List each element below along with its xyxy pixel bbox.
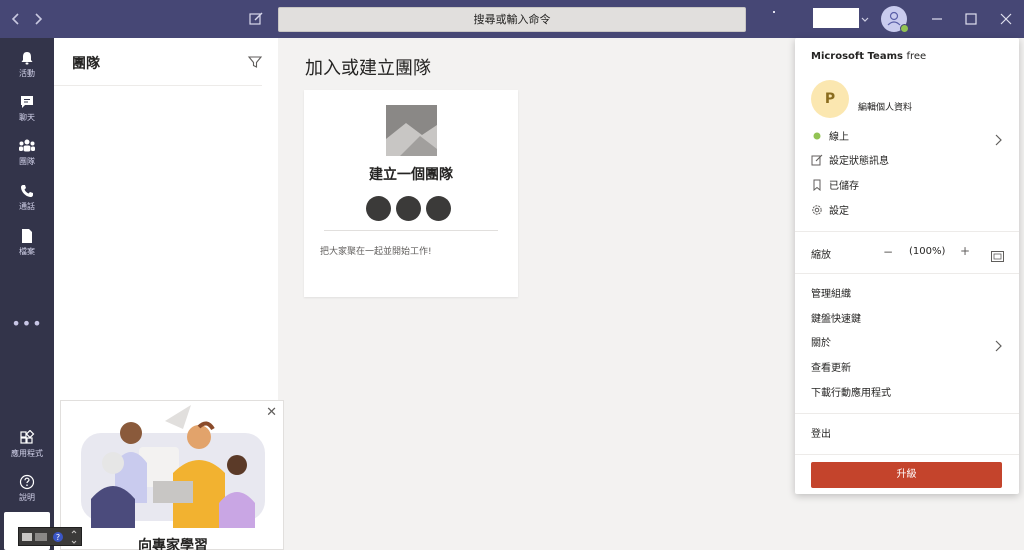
rail-item-label: 應用程式 [11,449,43,458]
create-team-card[interactable]: 建立一個團隊 把大家聚在一起並開始工作! [304,90,518,297]
keyboard-shortcuts-item[interactable]: 鍵盤快速鍵 [811,312,861,328]
chevron-down-icon[interactable] [860,12,870,26]
fullscreen-icon[interactable] [991,247,1004,262]
chat-icon [21,96,33,108]
title-bar: 搜尋或輸入命令 [0,0,1024,38]
chevron-right-icon [993,132,1003,146]
edit-icon [811,154,823,166]
divider [54,85,262,86]
titlebar-dot [773,11,775,13]
rail-item-label: 通話 [19,202,35,211]
avatar [426,196,451,221]
divider [795,231,1019,232]
rail-item-label: 聊天 [19,113,35,122]
minimize-icon[interactable] [926,8,948,30]
avatar [396,196,421,221]
help-icon [19,474,35,490]
menu-item-label: 設定 [829,206,849,217]
promo-title: 向專家學習 [138,538,208,550]
chevron-right-icon[interactable] [28,9,48,29]
rail-item-label: 團隊 [19,157,35,166]
profile-avatar-button[interactable] [881,6,909,33]
zoom-out-button[interactable]: − [883,245,893,259]
team-image-icon [386,105,437,156]
edit-profile-link[interactable]: 編輯個人資料 [858,100,912,113]
upgrade-button[interactable]: 升級 [811,462,1002,488]
rail-item-apps[interactable]: 應用程式 [0,422,54,466]
file-icon [22,229,32,243]
menu-item-label: 設定狀態訊息 [829,156,889,167]
close-icon[interactable] [995,8,1017,30]
saved-item[interactable]: 已儲存 [811,179,859,195]
app-rail: 活動 聊天 團隊 通話 檔案 ••• 應用程式 說明 [0,38,54,550]
filter-icon[interactable] [247,54,263,70]
app-name: Microsoft Teams free [811,51,926,62]
teams-icon [19,139,35,152]
rail-item-calls[interactable]: 通話 [0,175,54,219]
plan-badge: free [906,51,927,62]
app-name-text: Microsoft Teams [811,51,903,62]
presence-dot [900,24,909,33]
divider [795,454,1019,455]
zoom-in-button[interactable]: + [960,244,970,258]
promo-card[interactable]: ✕ 向專家學習 [60,400,284,550]
settings-item[interactable]: 設定 [811,204,849,220]
apps-icon [20,430,35,444]
divider [795,413,1019,414]
zoom-level: (100%) [909,246,946,257]
svg-text:?: ? [56,533,60,542]
chevron-left-icon[interactable] [6,9,26,29]
rail-item-help[interactable]: 說明 [0,466,54,510]
rail-more-button[interactable]: ••• [0,314,54,333]
about-item[interactable]: 關於 [811,336,831,352]
org-switcher[interactable] [813,8,859,28]
check-updates-item[interactable]: 查看更新 [811,361,851,377]
rail-item-label: 說明 [19,493,35,502]
status-item[interactable]: 線上 [811,130,849,146]
rail-item-label: 檔案 [19,247,35,256]
zoom-label: 縮放 [811,250,831,261]
promo-illustration [81,405,265,528]
set-status-message-item[interactable]: 設定狀態訊息 [811,154,889,170]
profile-menu: Microsoft Teams free P 編輯個人資料 線上 設定狀態訊息 … [795,38,1019,494]
status-label: 線上 [829,132,849,143]
panel-title: 團隊 [72,56,100,72]
chevron-right-icon [993,338,1003,352]
system-tray: ? [18,527,82,546]
rail-item-label: 活動 [19,69,35,78]
manage-org-item[interactable]: 管理組織 [811,287,851,303]
maximize-icon[interactable] [960,8,982,30]
avatar [366,196,391,221]
avatar[interactable]: P [811,80,849,118]
page-title: 加入或建立團隊 [305,58,431,79]
download-mobile-item[interactable]: 下載行動應用程式 [811,386,891,402]
card-title: 建立一個團隊 [369,167,453,183]
gear-icon [811,204,823,216]
menu-item-label: 已儲存 [829,181,859,192]
rail-item-files[interactable]: 檔案 [0,220,54,264]
rail-item-teams[interactable]: 團隊 [0,130,54,174]
presence-available-icon [811,130,823,142]
phone-icon [21,185,33,197]
sign-out-item[interactable]: 登出 [811,427,831,443]
search-input[interactable]: 搜尋或輸入命令 [278,7,746,32]
bookmark-icon [811,179,823,192]
rail-item-chat[interactable]: 聊天 [0,86,54,130]
divider [795,273,1019,274]
bell-icon [21,52,33,65]
card-description: 把大家聚在一起並開始工作! [320,247,432,257]
rail-item-activity[interactable]: 活動 [0,42,54,86]
teams-list-panel: 團隊 ✕ 向專家學習 [54,38,284,550]
divider [324,230,498,231]
compose-icon[interactable] [246,9,266,29]
